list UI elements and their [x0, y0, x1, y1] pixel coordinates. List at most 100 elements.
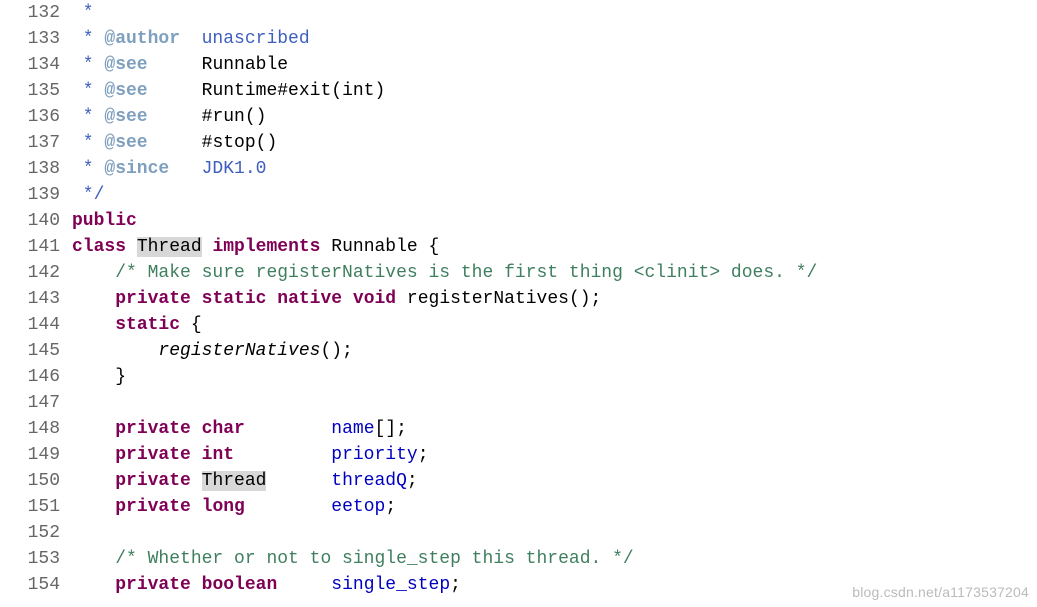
code-token: @see: [104, 55, 147, 75]
code-token: [72, 497, 115, 517]
line-number: 136: [0, 104, 60, 130]
code-token: [126, 237, 137, 257]
code-line[interactable]: private boolean single_step;: [72, 572, 817, 598]
code-token: [266, 289, 277, 309]
code-line[interactable]: }: [72, 364, 817, 390]
code-token: name: [331, 419, 374, 439]
code-token: /* Make sure registerNatives is the firs…: [115, 263, 817, 283]
line-number: 147: [0, 390, 60, 416]
code-token: priority: [331, 445, 417, 465]
code-token: @see: [104, 107, 147, 127]
code-token: }: [72, 367, 126, 387]
code-token: [148, 81, 202, 101]
code-line[interactable]: [72, 520, 817, 546]
code-token: threadQ: [331, 471, 407, 491]
code-token: [72, 575, 115, 595]
line-number: 142: [0, 260, 60, 286]
code-token: [277, 575, 331, 595]
code-line[interactable]: *: [72, 0, 817, 26]
code-token: boolean: [202, 575, 278, 595]
code-token: [191, 445, 202, 465]
code-token: [72, 315, 115, 335]
code-token: native: [277, 289, 342, 309]
source-code[interactable]: * * @author unascribed * @see Runnable *…: [68, 0, 817, 598]
code-line[interactable]: * @see #run(): [72, 104, 817, 130]
watermark: blog.csdn.net/a1173537204: [852, 579, 1029, 605]
line-number: 151: [0, 494, 60, 520]
code-line[interactable]: private static native void registerNativ…: [72, 286, 817, 312]
code-token: [72, 419, 115, 439]
code-token: @see: [104, 133, 147, 153]
code-token: void: [353, 289, 396, 309]
code-token: Runtime#exit(int): [202, 81, 386, 101]
code-line[interactable]: class Thread implements Runnable {: [72, 234, 817, 260]
line-number: 135: [0, 78, 60, 104]
line-number: 133: [0, 26, 60, 52]
code-token: [266, 471, 331, 491]
code-token: registerNatives: [158, 341, 320, 361]
code-token: [234, 445, 331, 465]
code-token: private: [115, 497, 191, 517]
code-line[interactable]: private int priority;: [72, 442, 817, 468]
code-token: private: [115, 471, 191, 491]
code-token: #stop(): [202, 133, 278, 153]
code-token: unascribed: [180, 29, 310, 49]
code-line[interactable]: * @since JDK1.0: [72, 156, 817, 182]
code-token: single_step: [331, 575, 450, 595]
code-line[interactable]: */: [72, 182, 817, 208]
code-token: int: [202, 445, 234, 465]
code-line[interactable]: private long eetop;: [72, 494, 817, 520]
code-token: [191, 289, 202, 309]
line-number: 140: [0, 208, 60, 234]
code-token: private: [115, 419, 191, 439]
code-line[interactable]: /* Make sure registerNatives is the firs…: [72, 260, 817, 286]
code-token: *: [72, 133, 104, 153]
code-token: /* Whether or not to single_step this th…: [115, 549, 633, 569]
line-number: 154: [0, 572, 60, 598]
code-line[interactable]: * @author unascribed: [72, 26, 817, 52]
code-line[interactable]: [72, 390, 817, 416]
code-token: *: [72, 55, 104, 75]
code-line[interactable]: private Thread threadQ;: [72, 468, 817, 494]
line-number: 149: [0, 442, 60, 468]
code-token: ;: [385, 497, 396, 517]
line-number: 153: [0, 546, 60, 572]
line-number: 138: [0, 156, 60, 182]
code-token: [72, 289, 115, 309]
line-number: 150: [0, 468, 60, 494]
code-token: [];: [375, 419, 407, 439]
code-token: [245, 419, 331, 439]
code-token: *: [72, 81, 104, 101]
code-line[interactable]: * @see #stop(): [72, 130, 817, 156]
code-line[interactable]: * @see Runtime#exit(int): [72, 78, 817, 104]
code-token: static: [115, 315, 180, 335]
code-token: Thread: [137, 237, 202, 257]
code-token: ;: [450, 575, 461, 595]
code-token: private: [115, 445, 191, 465]
code-token: @see: [104, 81, 147, 101]
code-line[interactable]: /* Whether or not to single_step this th…: [72, 546, 817, 572]
code-token: public: [72, 211, 137, 231]
line-number: 145: [0, 338, 60, 364]
code-token: [245, 497, 331, 517]
code-token: [148, 133, 202, 153]
line-number: 139: [0, 182, 60, 208]
code-line[interactable]: registerNatives();: [72, 338, 817, 364]
code-token: registerNatives();: [396, 289, 601, 309]
code-token: [72, 471, 115, 491]
code-editor[interactable]: 1321331341351361371381391401411421431441…: [0, 0, 1037, 598]
code-line[interactable]: public: [72, 208, 817, 234]
code-token: Runnable {: [320, 237, 439, 257]
code-token: */: [72, 185, 104, 205]
code-line[interactable]: static {: [72, 312, 817, 338]
code-token: ();: [320, 341, 352, 361]
code-token: [72, 263, 115, 283]
code-token: *: [72, 29, 104, 49]
line-number: 146: [0, 364, 60, 390]
code-token: [72, 445, 115, 465]
code-line[interactable]: private char name[];: [72, 416, 817, 442]
line-number-gutter: 1321331341351361371381391401411421431441…: [0, 0, 68, 598]
code-token: private: [115, 289, 191, 309]
code-token: *: [72, 3, 94, 23]
code-line[interactable]: * @see Runnable: [72, 52, 817, 78]
